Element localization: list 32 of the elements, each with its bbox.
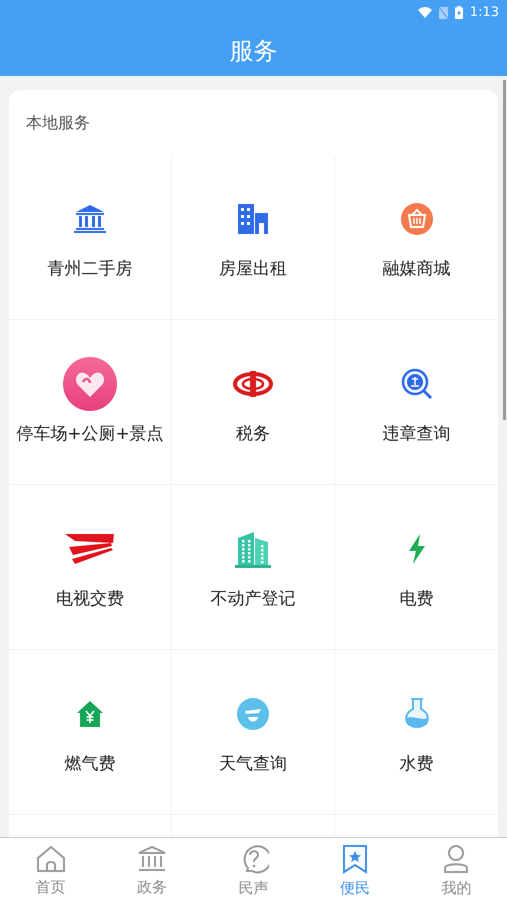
bookmark-star-icon — [340, 844, 369, 874]
house-icon — [76, 700, 104, 728]
wifi-icon — [418, 7, 432, 18]
magnifier-icon — [400, 368, 432, 400]
status-time: 1:13 — [470, 4, 499, 22]
user-icon — [442, 844, 470, 874]
section-title: 本地服务 — [26, 112, 90, 134]
service-tile[interactable]: 不动产登记 — [172, 485, 335, 649]
battery-icon — [454, 6, 463, 19]
service-tile[interactable]: 电费 — [335, 485, 498, 649]
service-tile[interactable]: 停车场+公厕+景点 — [9, 320, 172, 484]
flask-icon — [404, 698, 430, 730]
service-tile[interactable]: 燃气费 — [9, 650, 172, 814]
service-tile[interactable]: 房屋出租 — [172, 155, 335, 319]
basket-icon — [400, 202, 434, 236]
service-tile[interactable]: 违章查询 — [335, 320, 498, 484]
stripes-icon — [65, 533, 115, 566]
service-tile[interactable]: 天气查询 — [172, 650, 335, 814]
no-signal-icon — [438, 6, 448, 18]
service-tile[interactable]: 青州二手房 — [9, 155, 172, 319]
buildings-icon — [237, 203, 269, 236]
building-icon — [234, 530, 272, 568]
home-icon — [36, 844, 66, 873]
bank-icon — [137, 844, 168, 873]
bank-icon — [73, 204, 107, 234]
service-tile[interactable]: 税务 — [172, 320, 335, 484]
service-tile[interactable]: 水费 — [335, 650, 498, 814]
service-tile[interactable]: 电视交费 — [9, 485, 172, 649]
emblem-icon — [233, 370, 273, 398]
scrollbar[interactable] — [503, 80, 506, 420]
service-tile[interactable]: 融媒商城 — [335, 155, 498, 319]
page-title: 服务 — [230, 36, 278, 66]
